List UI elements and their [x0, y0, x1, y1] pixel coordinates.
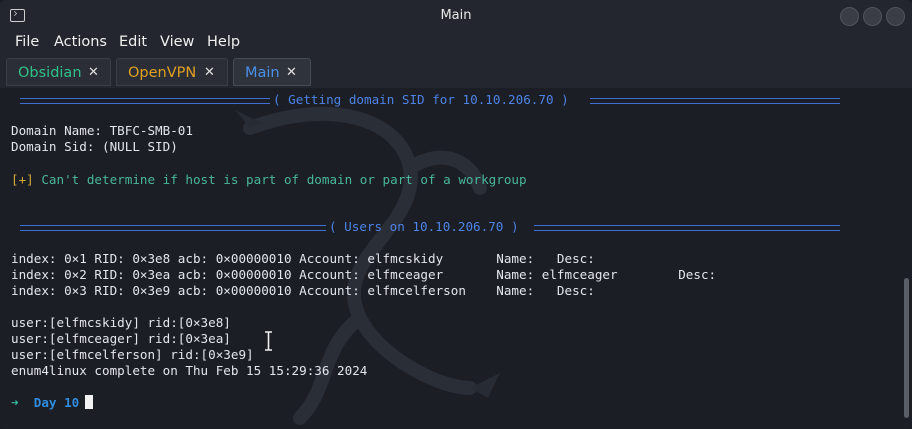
warning-text: Can't determine if host is part of domai…: [33, 172, 527, 187]
terminal-output[interactable]: ( Getting domain SID for 10.10.206.70 ) …: [0, 88, 912, 429]
section-header-users: ( Users on 10.10.206.70 ): [329, 219, 519, 234]
output-line: Domain Name: TBFC-SMB-01: [11, 123, 193, 138]
close-tab-icon[interactable]: ✕: [88, 59, 99, 87]
minimize-button[interactable]: [840, 7, 859, 26]
scrollbar[interactable]: [904, 278, 909, 418]
menu-view[interactable]: View: [160, 34, 194, 50]
close-window-button[interactable]: [886, 7, 905, 26]
separator-line: [20, 98, 270, 104]
rid-row: user:[elfmcelferson] rid:[0×3e9]: [11, 347, 254, 362]
separator-line: [534, 225, 840, 231]
menu-actions[interactable]: Actions: [54, 34, 107, 50]
maximize-button[interactable]: [863, 7, 882, 26]
warning-line: [+] Can't determine if host is part of d…: [11, 172, 527, 188]
user-row: index: 0×2 RID: 0×3ea acb: 0×00000010 Ac…: [11, 267, 717, 282]
window-title: Main: [440, 8, 472, 23]
prompt-arrow-icon: ➜: [11, 395, 19, 410]
warning-tag: [+]: [11, 172, 34, 187]
rid-row: user:[elfmcskidy] rid:[0×3e8]: [11, 315, 231, 330]
tab-label: Obsidian: [18, 65, 82, 81]
tab-label: OpenVPN: [128, 65, 197, 81]
text-cursor: [85, 395, 94, 409]
menu-help[interactable]: Help: [207, 34, 240, 50]
tab-main[interactable]: Main ✕: [233, 58, 311, 86]
menu-bar: File Actions Edit View Help: [0, 32, 912, 56]
separator-line: [20, 225, 326, 231]
prompt-directory: Day 10: [33, 395, 80, 410]
user-row: index: 0×1 RID: 0×3e8 acb: 0×00000010 Ac…: [11, 251, 595, 266]
title-bar[interactable]: Main: [0, 0, 912, 32]
shell-prompt[interactable]: ➜ Day 10: [11, 395, 94, 411]
section-header-domain-sid: ( Getting domain SID for 10.10.206.70 ): [273, 92, 569, 107]
tab-bar: Obsidian ✕ OpenVPN ✕ Main ✕: [0, 56, 912, 88]
ibeam-cursor-icon: [265, 331, 272, 351]
menu-file[interactable]: File: [15, 34, 39, 50]
terminal-window: Main File Actions Edit View Help Obsidia…: [0, 0, 912, 429]
user-row: index: 0×3 RID: 0×3e9 acb: 0×00000010 Ac…: [11, 283, 595, 298]
output-line: enum4linux complete on Thu Feb 15 15:29:…: [11, 363, 368, 378]
close-tab-icon[interactable]: ✕: [204, 59, 215, 87]
tab-openvpn[interactable]: OpenVPN ✕: [116, 58, 228, 86]
menu-edit[interactable]: Edit: [119, 34, 147, 50]
close-tab-icon[interactable]: ✕: [286, 59, 297, 87]
output-line: Domain Sid: (NULL SID): [11, 139, 178, 154]
separator-line: [590, 98, 840, 104]
tab-obsidian[interactable]: Obsidian ✕: [6, 58, 111, 86]
rid-row: user:[elfmceager] rid:[0×3ea]: [11, 331, 231, 346]
tab-label: Main: [245, 65, 280, 81]
